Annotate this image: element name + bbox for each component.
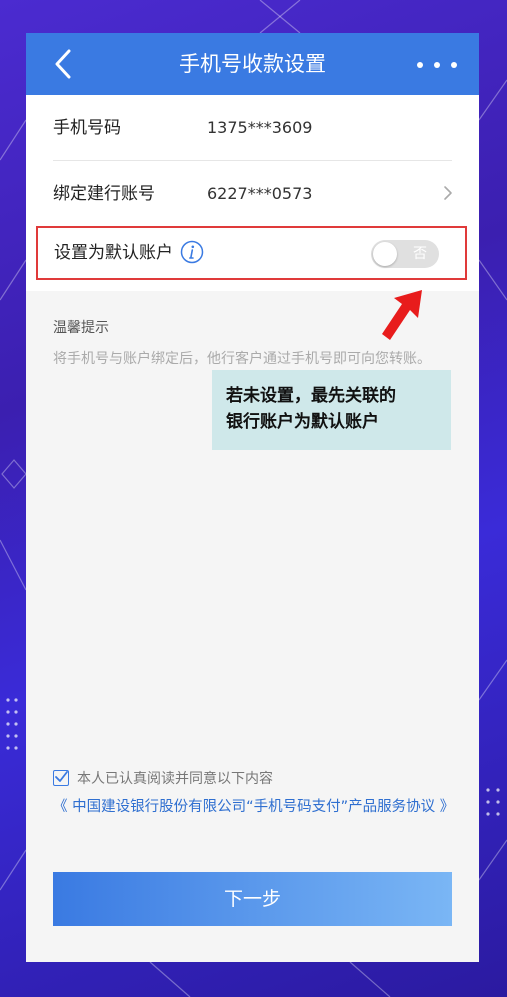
bound-account-row[interactable]: 绑定建行账号 6227***0573 (26, 161, 479, 227)
default-account-toggle[interactable]: 否 (371, 240, 439, 268)
default-account-row: 设置为默认账户 否 (36, 226, 467, 280)
phone-number-row: 手机号码 1375***3609 (26, 95, 479, 161)
info-icon[interactable] (180, 240, 204, 264)
agreement-checkbox-text: 本人已认真阅读并同意以下内容 (77, 771, 273, 787)
phone-number-value: 1375***3609 (207, 118, 313, 137)
top-navigation-bar: 手机号收款设置 (26, 33, 479, 95)
page-title: 手机号收款设置 (179, 52, 326, 76)
phone-screen: 手机号收款设置 手机号码 1375***3609 绑定建行账号 6227***0… (26, 33, 479, 962)
phone-number-label: 手机号码 (53, 118, 121, 138)
service-agreement-link[interactable]: 《 中国建设银行股份有限公司“手机号码支付”产品服务协议 》 (53, 797, 454, 818)
next-step-button[interactable]: 下一步 (53, 872, 452, 926)
agreement-checkbox[interactable] (53, 770, 69, 786)
callout-line-1: 若未设置，最先关联的 (226, 386, 396, 406)
chevron-right-icon (444, 186, 452, 200)
toggle-state-text: 否 (413, 246, 427, 262)
bound-account-value: 6227***0573 (207, 184, 313, 203)
callout-line-2: 银行账户为默认账户 (226, 412, 379, 432)
red-arrow-icon (382, 290, 422, 340)
agreement-consent: 本人已认真阅读并同意以下内容 (53, 768, 273, 788)
check-icon (55, 771, 68, 782)
annotation-callout: 若未设置，最先关联的 银行账户为默认账户 (212, 370, 451, 450)
default-account-label: 设置为默认账户 (54, 243, 173, 263)
tips-title: 温馨提示 (53, 320, 109, 336)
more-dots-icon[interactable] (417, 53, 457, 77)
toggle-knob (373, 242, 397, 266)
bound-account-label: 绑定建行账号 (53, 184, 155, 204)
